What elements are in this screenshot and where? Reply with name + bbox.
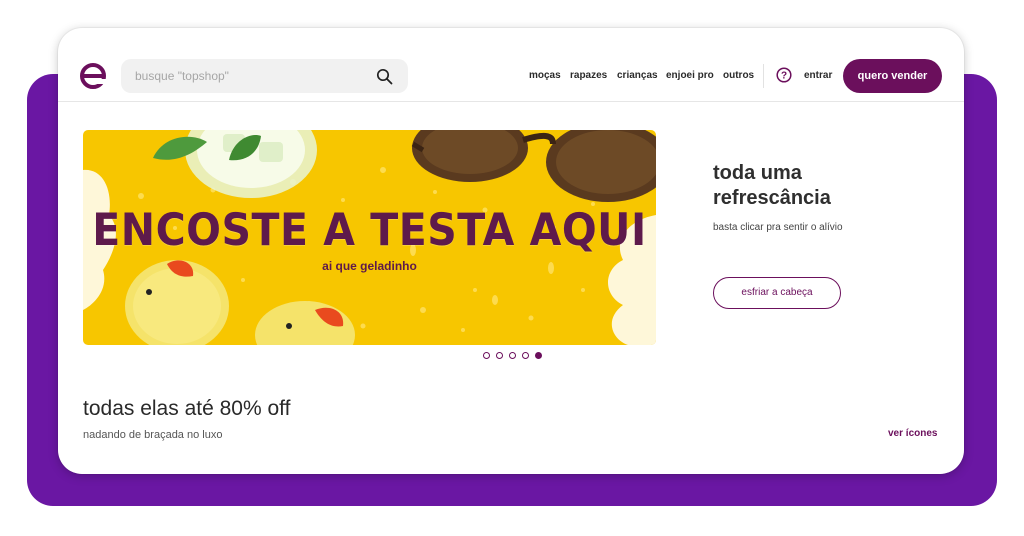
site-header: moças rapazes crianças enjoei pro outros… [58, 28, 964, 102]
section-title: todas elas até 80% off [83, 397, 291, 420]
hero-banner[interactable]: ENCOSTE A TESTA AQUI ai que geladinho [83, 130, 656, 345]
nav-link-criancas[interactable]: crianças [617, 70, 658, 84]
banner-headline: ENCOSTE A TESTA AQUI [92, 204, 647, 256]
carousel-dot-active[interactable] [535, 352, 542, 359]
promo-cta-button[interactable]: esfriar a cabeça [713, 277, 841, 309]
search-bar [121, 59, 408, 93]
carousel-dot[interactable] [509, 352, 516, 359]
question-circle-icon[interactable]: ? [776, 67, 792, 83]
nav-link-outros[interactable]: outros [723, 70, 754, 84]
login-link[interactable]: entrar [804, 70, 832, 81]
section-subtitle: nadando de braçada no luxo [83, 429, 223, 441]
nav-link-rapazes[interactable]: rapazes [570, 70, 607, 84]
carousel-dot[interactable] [483, 352, 490, 359]
sell-button[interactable]: quero vender [843, 59, 942, 93]
promo-title-line: toda uma [713, 162, 802, 184]
search-icon[interactable] [376, 68, 393, 85]
search-input[interactable] [135, 59, 365, 93]
header-divider [763, 64, 764, 88]
see-all-link[interactable]: ver ícones [888, 428, 937, 439]
carousel-dot[interactable] [522, 352, 529, 359]
promo-title: toda uma refrescância [713, 161, 893, 211]
browser-window: moças rapazes crianças enjoei pro outros… [58, 28, 964, 474]
nav-link-enjoei-pro[interactable]: enjoei pro [666, 70, 714, 84]
banner-subline: ai que geladinho [322, 259, 417, 273]
enjoei-e-logo-icon[interactable] [80, 63, 106, 89]
carousel-dot[interactable] [496, 352, 503, 359]
nav-link-mocas[interactable]: moças [529, 70, 561, 84]
promo-subtitle: basta clicar pra sentir o alívio [713, 222, 843, 233]
svg-text:?: ? [781, 71, 787, 82]
promo-title-line: refrescância [713, 187, 831, 209]
